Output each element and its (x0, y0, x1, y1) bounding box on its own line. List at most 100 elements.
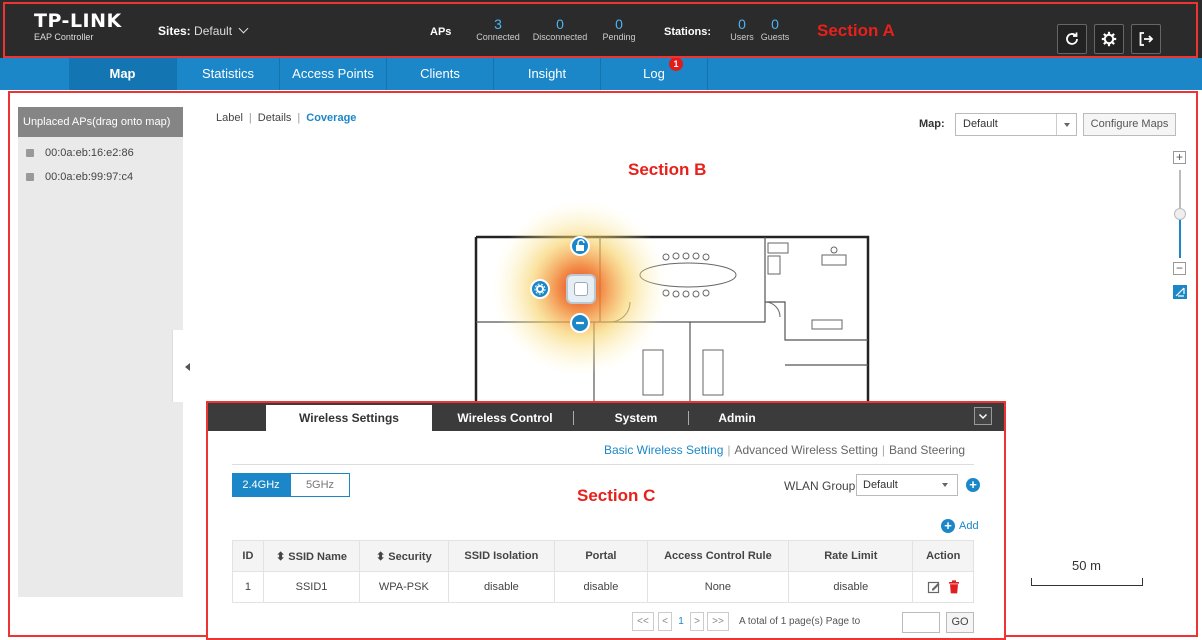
users-label: Users (730, 32, 754, 42)
pager-last[interactable]: >> (707, 612, 729, 631)
band-5g-button[interactable]: 5GHz (290, 473, 350, 497)
stations-users[interactable]: 0 Users (729, 17, 755, 43)
caret-left-icon (185, 363, 190, 371)
pager-go-button[interactable]: GO (946, 612, 974, 633)
chevron-down-icon (978, 413, 988, 420)
view-tab-label[interactable]: Label (216, 112, 243, 124)
col-access-control: Access Control Rule (646, 540, 790, 572)
zoom-out-button[interactable]: − (1173, 262, 1186, 275)
cell-security: WPA-PSK (359, 571, 449, 603)
pager-current[interactable]: 1 (674, 612, 688, 631)
band-2g-button[interactable]: 2.4GHz (232, 473, 290, 497)
aps-connected-label: Connected (476, 32, 520, 42)
pager-summary: A total of 1 page(s) Page to (739, 616, 861, 627)
add-wlan-group-button[interactable]: + (966, 478, 980, 492)
cell-access-control: None (646, 571, 790, 603)
col-rate-limit: Rate Limit (788, 540, 914, 572)
cell-rate-limit: disable (788, 571, 914, 603)
remove-ap-button[interactable] (570, 313, 590, 333)
col-action: Action (912, 540, 974, 572)
dropdown-arrow-icon (1056, 114, 1076, 135)
fit-map-button[interactable] (1173, 285, 1187, 299)
view-tab-coverage[interactable]: Coverage (306, 112, 356, 124)
tab-wireless-settings[interactable]: Wireless Settings (266, 405, 432, 431)
col-ssid-isolation: SSID Isolation (447, 540, 556, 572)
tab-system[interactable]: System (588, 405, 684, 431)
refresh-icon (1066, 32, 1078, 45)
nav-access-points[interactable]: Access Points (280, 58, 387, 90)
aps-disconnected[interactable]: 0 Disconnected (526, 16, 594, 43)
panel-collapse-button[interactable] (974, 407, 992, 425)
tab-wireless-control[interactable]: Wireless Control (440, 405, 570, 431)
wlan-group-select[interactable]: Default (856, 474, 958, 496)
pager-first[interactable]: << (632, 612, 654, 631)
view-tab-details[interactable]: Details (258, 112, 292, 124)
unlock-icon (576, 239, 585, 251)
unplaced-ap-item[interactable]: 00:0a:eb:16:e2:86 (26, 147, 134, 159)
zoom-slider-handle[interactable] (1174, 208, 1186, 220)
dropdown-arrow-icon (942, 483, 948, 487)
nav-clients[interactable]: Clients (387, 58, 494, 90)
settings-button[interactable] (1094, 24, 1124, 54)
zoom-in-button[interactable]: + (1173, 151, 1186, 164)
stations-guests[interactable]: 0 Guests (758, 16, 792, 43)
nav-statistics[interactable]: Statistics (177, 58, 280, 90)
aps-disconnected-count: 0 (556, 16, 564, 32)
link-basic-wireless[interactable]: Basic Wireless Setting (604, 443, 723, 457)
minus-icon (576, 321, 584, 325)
aps-pending[interactable]: 0 Pending (596, 17, 642, 43)
pager-next[interactable]: > (690, 612, 704, 631)
unplaced-ap-item[interactable]: 00:0a:eb:99:97:c4 (26, 171, 133, 183)
link-band-steering[interactable]: Band Steering (889, 443, 965, 457)
map-select[interactable]: Default (955, 113, 1077, 136)
resize-corner-icon (1175, 287, 1185, 297)
link-advanced-wireless[interactable]: Advanced Wireless Setting (735, 443, 878, 457)
col-ssid-name[interactable]: ⬍ SSID Name (262, 540, 361, 572)
configure-ap-button[interactable] (530, 279, 550, 299)
map-scale-bar (1031, 578, 1143, 586)
ap-mac: 00:0a:eb:16:e2:86 (45, 147, 134, 159)
settings-sublinks: Basic Wireless Setting | Advanced Wireless… (604, 443, 966, 457)
aps-connected-count: 3 (494, 16, 502, 32)
table-row: 1 SSID1 WPA-PSK disable disable None dis… (232, 571, 974, 603)
aps-label: APs (430, 26, 452, 38)
nav-map[interactable]: Map (69, 58, 177, 90)
configure-maps-button[interactable]: Configure Maps (1083, 113, 1176, 136)
refresh-button[interactable] (1057, 24, 1087, 54)
settings-gear-icon (1101, 31, 1117, 47)
ap-device-icon (574, 282, 588, 296)
ssid-table: ID ⬍ SSID Name ⬍ Security SSID Isolation… (232, 540, 974, 603)
ap-device-marker[interactable] (566, 274, 596, 304)
wireless-settings-panel: Wireless Settings Wireless Control Syste… (206, 401, 1006, 640)
nav-log[interactable]: Log (601, 58, 708, 90)
divider (232, 464, 974, 465)
guests-count: 0 (771, 16, 779, 32)
wlan-group-label: WLAN Group (784, 479, 856, 493)
page-number-input[interactable] (902, 612, 940, 633)
log-badge: 1 (669, 57, 683, 71)
brand-name: TP-LINK (34, 10, 122, 32)
pager-prev[interactable]: < (658, 612, 672, 631)
logout-icon (1139, 32, 1154, 46)
col-security[interactable]: ⬍ Security (359, 540, 449, 572)
delete-trash-icon[interactable] (948, 580, 960, 594)
nav-insight[interactable]: Insight (494, 58, 601, 90)
map-scale-label: 50 m (1072, 558, 1101, 573)
plus-icon: + (1173, 151, 1186, 164)
guests-label: Guests (760, 32, 790, 42)
product-name: EAP Controller (34, 32, 94, 42)
sidebar-collapse-button[interactable] (172, 330, 202, 402)
edit-icon[interactable] (927, 580, 941, 594)
tab-admin[interactable]: Admin (702, 405, 772, 431)
sites-selector[interactable]: Sites: Default (158, 23, 249, 38)
panel-tabs: Wireless Settings Wireless Control Syste… (208, 403, 1004, 431)
map-select-label: Map: (919, 118, 945, 130)
col-id: ID (232, 540, 264, 572)
stations-label: Stations: (664, 26, 712, 38)
logout-button[interactable] (1131, 24, 1161, 54)
add-ssid-icon[interactable]: + (941, 519, 955, 533)
add-ssid-button[interactable]: Add (959, 520, 979, 532)
cell-ssid-name: SSID1 (262, 571, 361, 603)
unlock-ap-button[interactable] (570, 236, 590, 256)
aps-connected[interactable]: 3 Connected (468, 16, 528, 43)
